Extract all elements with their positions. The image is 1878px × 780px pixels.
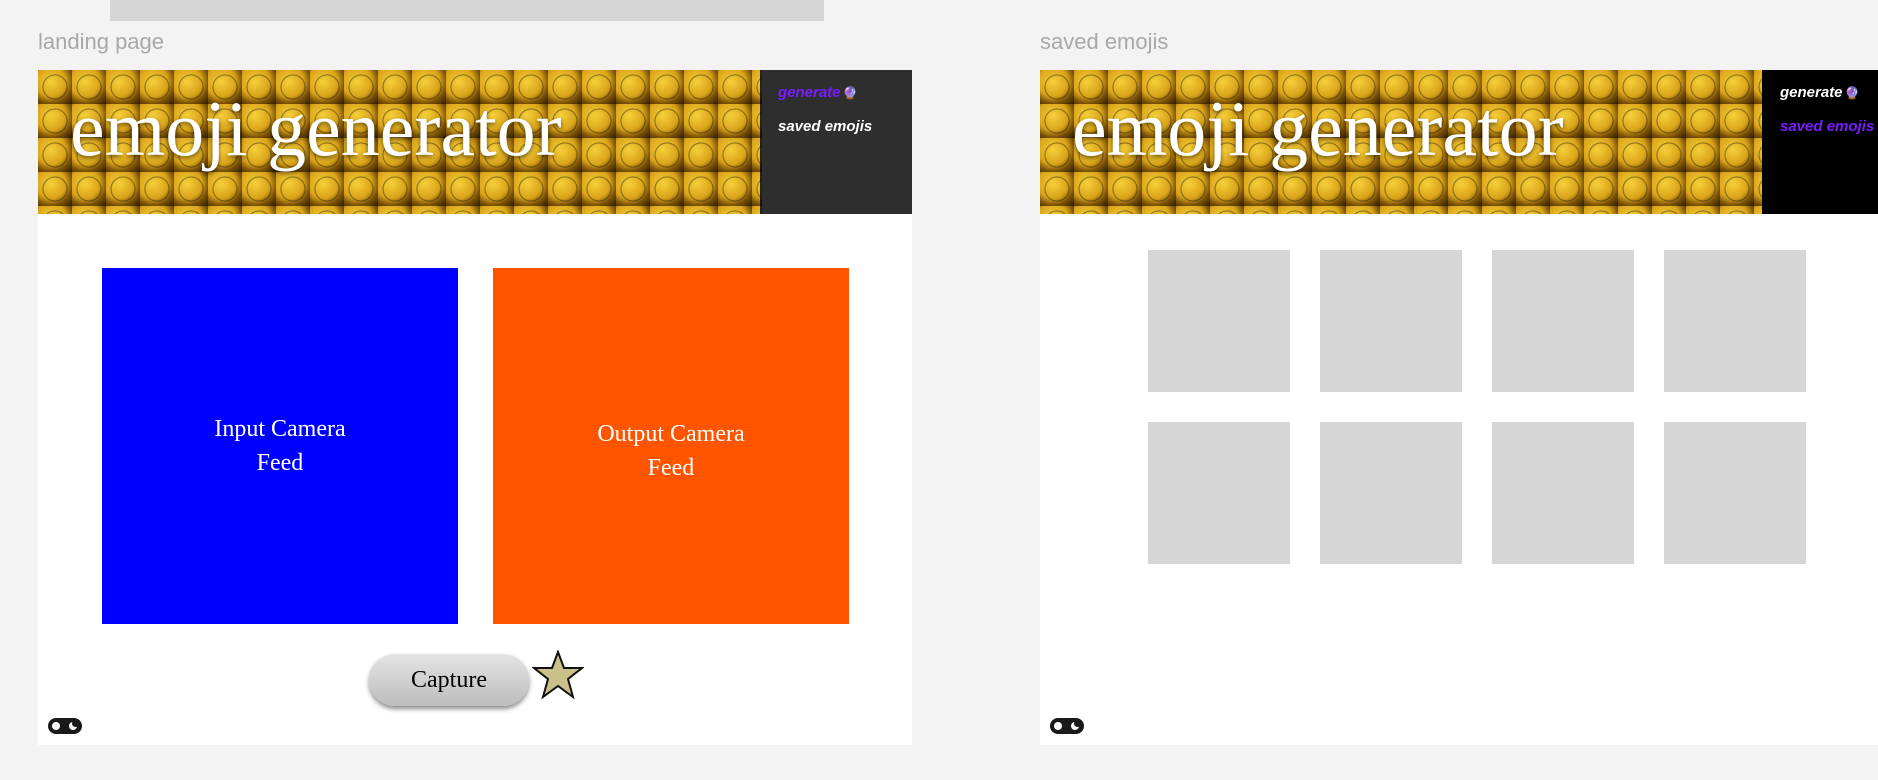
output-feed-line1: Output Camera bbox=[597, 421, 745, 447]
theme-toggle[interactable] bbox=[48, 718, 82, 734]
frame-label-saved: saved emojis bbox=[1040, 29, 1169, 54]
crystal-ball-icon: 🔮 bbox=[842, 86, 858, 100]
saved-emoji-tile[interactable] bbox=[1148, 422, 1290, 564]
toggle-knob bbox=[1054, 722, 1062, 730]
toggle-knob bbox=[52, 722, 60, 730]
saved-emoji-tile[interactable] bbox=[1320, 250, 1462, 392]
output-camera-feed: Output Camera Feed bbox=[493, 268, 849, 624]
header-banner: emoji generator bbox=[1040, 70, 1764, 214]
nav-generate[interactable]: generate 🔮 bbox=[1780, 84, 1859, 101]
header-banner: emoji generator bbox=[38, 70, 762, 214]
nav-generate-label: generate bbox=[1780, 84, 1843, 101]
canvas-scrollbar[interactable] bbox=[110, 0, 824, 21]
moon-icon bbox=[1071, 720, 1081, 730]
star-icon[interactable] bbox=[532, 650, 584, 700]
moon-icon bbox=[69, 720, 79, 730]
input-camera-feed: Input Camera Feed bbox=[102, 268, 458, 624]
app-title: emoji generator bbox=[1072, 85, 1564, 172]
nav-saved-emojis[interactable]: saved emojis bbox=[1780, 118, 1874, 135]
nav-panel: generate 🔮 saved emojis bbox=[760, 70, 912, 214]
frame-label-landing: landing page bbox=[38, 29, 165, 54]
saved-emoji-tile[interactable] bbox=[1148, 250, 1290, 392]
nav-generate-label: generate bbox=[778, 84, 841, 101]
crystal-ball-icon: 🔮 bbox=[1844, 86, 1860, 100]
input-feed-line2: Feed bbox=[256, 450, 304, 476]
capture-button[interactable]: Capture bbox=[369, 654, 529, 706]
landing-page-frame: emoji generator generate 🔮 saved emojis I… bbox=[38, 70, 912, 745]
saved-emoji-tile[interactable] bbox=[1664, 250, 1806, 392]
saved-emoji-tile[interactable] bbox=[1320, 422, 1462, 564]
saved-emoji-tile[interactable] bbox=[1492, 250, 1634, 392]
input-feed-line1: Input Camera bbox=[214, 416, 346, 442]
theme-toggle[interactable] bbox=[1050, 718, 1084, 734]
saved-emoji-tile[interactable] bbox=[1492, 422, 1634, 564]
nav-panel: generate 🔮 saved emojis bbox=[1762, 70, 1878, 214]
nav-generate[interactable]: generate 🔮 bbox=[778, 84, 857, 101]
output-feed-line2: Feed bbox=[647, 455, 695, 481]
saved-emojis-frame: emoji generator generate 🔮 saved emojis bbox=[1040, 70, 1878, 745]
nav-saved-emojis[interactable]: saved emojis bbox=[778, 118, 872, 135]
app-title: emoji generator bbox=[70, 85, 562, 172]
saved-emoji-tile[interactable] bbox=[1664, 422, 1806, 564]
